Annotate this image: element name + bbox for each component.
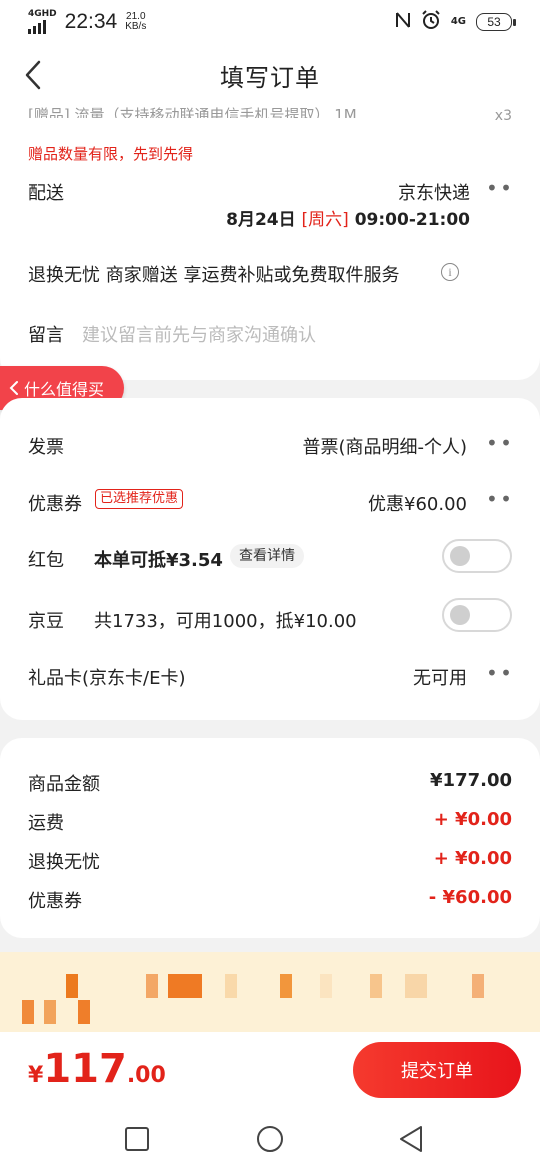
- red-packet-desc: 本单可抵¥3.54: [94, 550, 223, 571]
- gift-card-value[interactable]: 无可用: [413, 664, 467, 690]
- jd-beans-label: 京豆: [28, 611, 64, 632]
- nav-bar: 填写订单: [0, 44, 540, 106]
- summary-label: 退换无忧: [28, 852, 100, 873]
- coupon-badge: 已选推荐优惠: [95, 489, 184, 509]
- nfc-icon: [395, 11, 411, 33]
- chevron-left-icon: [9, 381, 18, 395]
- coupon-more-icon[interactable]: • •: [483, 487, 513, 511]
- view-detail-button[interactable]: 查看详情: [230, 544, 304, 568]
- invoice-label: 发票: [28, 437, 64, 458]
- gift-card-more-icon[interactable]: • •: [483, 661, 513, 685]
- total-price: ¥117.00: [28, 1046, 166, 1092]
- battery-icon: 53: [476, 13, 516, 31]
- gift-product-qty: x3: [494, 108, 512, 124]
- invoice-value[interactable]: 普票(商品明细-个人): [302, 433, 467, 459]
- return-service-text: 退换无忧 商家赠送 享运费补贴或免费取件服务: [28, 265, 400, 286]
- back-nav-icon[interactable]: [396, 1124, 426, 1154]
- home-icon[interactable]: [255, 1124, 285, 1154]
- red-packet-label: 红包: [28, 550, 64, 571]
- back-button[interactable]: [18, 60, 48, 90]
- promo-banner: [0, 952, 540, 1032]
- coupon-value[interactable]: 优惠¥60.00: [368, 490, 467, 516]
- alarm-icon: [421, 10, 441, 34]
- status-time: 22:34: [64, 10, 118, 33]
- delivery-carrier[interactable]: 京东快递: [398, 179, 470, 205]
- chevron-left-icon: [25, 60, 41, 90]
- signal-icon: 4GHD: [28, 10, 57, 34]
- network-speed: 21.0 KB/s: [125, 11, 147, 32]
- message-label: 留言: [28, 325, 64, 346]
- coupon-label: 优惠券: [28, 494, 82, 515]
- invoice-more-icon[interactable]: • •: [483, 431, 513, 455]
- summary-label: 商品金额: [28, 774, 100, 795]
- delivery-time[interactable]: 8月24日 [周六] 09:00-21:00: [226, 205, 470, 230]
- recent-apps-icon[interactable]: [122, 1124, 152, 1154]
- gift-card-label: 礼品卡(京东卡/E卡): [28, 668, 186, 689]
- jd-beans-toggle[interactable]: [442, 598, 512, 632]
- jd-beans-desc: 共1733，可用1000，抵¥10.00: [94, 611, 357, 632]
- page-title: 填写订单: [220, 63, 320, 92]
- gift-product-line: [赠品] 流量（支持移动联通电信手机号提取） 1M: [28, 106, 357, 118]
- delivery-label: 配送: [28, 183, 64, 204]
- summary-value: ¥177.00: [430, 770, 512, 791]
- info-icon[interactable]: i: [441, 263, 459, 281]
- gift-notice: 赠品数量有限，先到先得: [28, 145, 194, 163]
- submit-order-button[interactable]: 提交订单: [353, 1042, 521, 1098]
- summary-label: 优惠券: [28, 891, 82, 912]
- signal-4g-icon: 4G: [450, 16, 466, 27]
- message-input[interactable]: 建议留言前先与商家沟通确认: [82, 321, 316, 347]
- status-bar: 4GHD 22:34 21.0 KB/s 4G 53: [0, 0, 540, 44]
- summary-value: + ¥0.00: [433, 809, 512, 830]
- summary-value: + ¥0.00: [433, 848, 512, 869]
- delivery-more-icon[interactable]: • •: [483, 176, 513, 200]
- red-packet-toggle[interactable]: [442, 539, 512, 573]
- system-nav-bar: [0, 1110, 540, 1170]
- summary-label: 运费: [28, 813, 64, 834]
- summary-value: - ¥60.00: [428, 887, 512, 908]
